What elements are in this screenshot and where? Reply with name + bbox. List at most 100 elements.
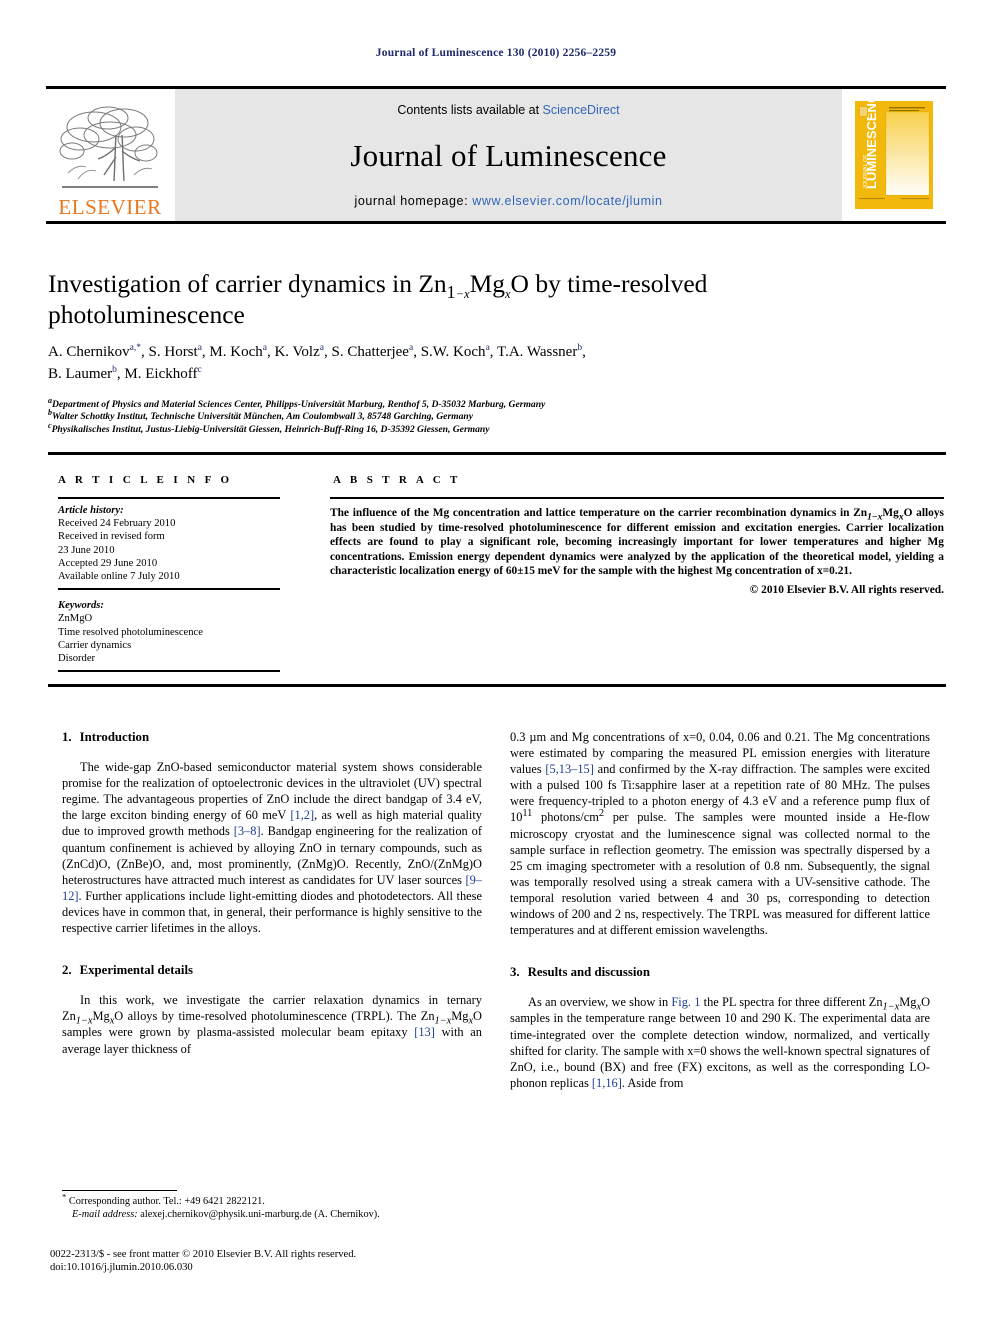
res-part-5: . Aside from — [621, 1075, 684, 1090]
author-affil-mark: a — [408, 343, 414, 353]
author-list: A. Chernikova,*, S. Horsta, M. Kocha, K.… — [48, 343, 586, 382]
keywords-heading: Keywords: — [58, 600, 104, 612]
figure-link[interactable]: Fig. 1 — [671, 995, 700, 1009]
history-line: Received 24 February 2010 — [58, 518, 176, 530]
contents-prefix: Contents lists available at — [397, 103, 543, 117]
divider-above-abstract — [48, 452, 946, 455]
footnote-line-1: * Corresponding author. Tel.: +49 6421 2… — [62, 1192, 482, 1208]
author-affil-mark: a — [262, 343, 267, 353]
author-item[interactable]: M. Eickhoffc — [124, 365, 202, 382]
paragraph-results: As an overview, we show in Fig. 1 the PL… — [510, 994, 930, 1091]
masthead-center: Contents lists available at ScienceDirec… — [174, 89, 842, 221]
svg-text:JOURNAL OF: JOURNAL OF — [863, 154, 869, 189]
footnote-line-2: E-mail address: alexej.chernikov@physik.… — [62, 1208, 482, 1221]
keyword-item: ZnMgO — [58, 613, 93, 625]
homepage-prefix: journal homepage: — [354, 194, 473, 208]
email-address[interactable]: alexej.chernikov@physik.uni-marburg.de (… — [138, 1209, 380, 1220]
author-name: A. Chernikov — [48, 344, 130, 360]
title-part-2: O by time-resolved — [510, 269, 708, 298]
citation-link[interactable]: [1,16] — [592, 1076, 622, 1090]
author-name: M. Koch — [209, 344, 263, 360]
info-rule-bottom — [58, 670, 280, 673]
citation-link[interactable]: [5,13–15] — [545, 762, 594, 776]
keywords-block: Keywords: ZnMgO Time resolved photolumin… — [58, 599, 280, 665]
author-item[interactable]: S.W. Kocha — [420, 343, 490, 360]
paragraph-introduction: The wide-gap ZnO-based semiconductor mat… — [62, 759, 482, 936]
author-item[interactable]: M. Kocha — [209, 343, 267, 360]
res-part-1: As an overview, we show in — [528, 995, 672, 1010]
exp-part-2: Mg — [92, 1009, 110, 1024]
citation-link[interactable]: [13] — [414, 1025, 435, 1039]
imprint-block: 0022-2313/$ - see front matter © 2010 El… — [50, 1248, 510, 1274]
affiliation-text: Physikalisches Institut, Justus-Liebig-U… — [51, 423, 490, 435]
title-sub-1: 1 — [446, 282, 456, 303]
author-item[interactable]: S. Chatterjeea — [331, 343, 414, 360]
history-line: Available online 7 July 2010 — [58, 571, 180, 583]
author-item[interactable]: T.A. Wassnerb — [497, 343, 583, 360]
author-affil-mark: c — [197, 365, 202, 375]
abstract-copyright: © 2010 Elsevier B.V. All rights reserved… — [749, 583, 944, 596]
expc-part-4: per pulse. The samples were mounted insi… — [510, 810, 931, 938]
abstract-column: The influence of the Mg concentration an… — [330, 497, 944, 598]
author-affil-mark: a,* — [129, 343, 142, 353]
affiliation-item: cPhysikalisches Institut, Justus-Liebig-… — [48, 421, 928, 436]
res-part-2: the PL spectra for three different Zn — [700, 995, 883, 1010]
abstract-text: The influence of the Mg concentration an… — [330, 506, 944, 579]
contents-list-line: Contents lists available at ScienceDirec… — [397, 103, 619, 117]
section-heading-experimental: 2. Experimental details — [62, 962, 482, 978]
journal-cover-thumbnail: LUMINESCENCE JOURNAL OF — [842, 89, 946, 221]
affiliation-item: aDepartment of Physics and Material Scie… — [48, 396, 928, 411]
author-item[interactable]: A. Chernikova,* — [48, 343, 142, 360]
keyword-item: Carrier dynamics — [58, 639, 132, 651]
article-info-label: A R T I C L E I N F O — [58, 474, 233, 486]
title-line-2: photoluminescence — [48, 300, 245, 329]
expc-sup-1: 11 — [522, 808, 533, 820]
article-info-column: Article history: Received 24 February 20… — [58, 497, 280, 673]
elsevier-logo: ELSEVIER — [46, 89, 174, 221]
section-title: Introduction — [79, 730, 150, 744]
citation-link[interactable]: [3–8] — [234, 824, 261, 838]
elsevier-tree-icon — [59, 106, 158, 188]
author-name: S.W. Koch — [420, 344, 486, 360]
section-heading-results: 3. Results and discussion — [510, 964, 930, 980]
paragraph-experimental: In this work, we investigate the carrier… — [62, 992, 482, 1056]
section-number: 3. — [510, 965, 520, 980]
intro-part-4: . Further applications include light-emi… — [62, 888, 482, 936]
imprint-line-1: 0022-2313/$ - see front matter © 2010 El… — [50, 1249, 357, 1260]
section-heading-introduction: 1. Introduction — [62, 729, 482, 745]
journal-homepage-line: journal homepage: www.elsevier.com/locat… — [354, 194, 662, 208]
title-part-mid: Mg — [469, 269, 505, 298]
keyword-item: Time resolved photoluminescence — [58, 626, 203, 638]
body-column-left: 1. Introduction The wide-gap ZnO-based se… — [62, 729, 482, 1057]
author-item[interactable]: B. Laumerb — [48, 365, 117, 382]
homepage-url-link[interactable]: www.elsevier.com/locate/jlumin — [472, 194, 662, 208]
author-affil-mark: b — [577, 343, 583, 353]
corresponding-author-footnote: * Corresponding author. Tel.: +49 6421 2… — [62, 1190, 482, 1222]
history-line: Received in revised form — [58, 531, 165, 543]
author-name: S. Horst — [148, 344, 198, 360]
author-affil-mark: a — [319, 343, 324, 353]
abstract-rule-top — [330, 497, 944, 499]
title-part-1: Investigation of carrier dynamics in Zn — [48, 269, 447, 298]
author-item[interactable]: S. Horsta — [148, 343, 202, 360]
author-affil-mark: b — [112, 365, 117, 375]
article-history-heading: Article history: — [58, 505, 124, 516]
history-line: Accepted 29 June 2010 — [58, 557, 158, 569]
info-rule-mid — [58, 588, 280, 591]
author-item[interactable]: K. Volza — [274, 343, 324, 360]
history-line: 23 June 2010 — [58, 544, 115, 556]
abstract-part-2: Mg — [882, 507, 899, 519]
affiliation-text: Walter Schottky Institut, Technische Uni… — [52, 411, 474, 423]
res-part-3: Mg — [899, 995, 917, 1010]
abstract-part-1: The influence of the Mg concentration an… — [330, 507, 868, 519]
sciencedirect-link[interactable]: ScienceDirect — [543, 103, 620, 117]
keyword-item: Disorder — [58, 653, 96, 665]
section-title: Experimental details — [79, 963, 193, 978]
affiliation-item: bWalter Schottky Institut, Technische Un… — [48, 409, 928, 423]
citation-link[interactable]: [1,2] — [290, 808, 314, 822]
abstract-label: A B S T R A C T — [333, 474, 461, 486]
author-name: K. Volz — [274, 344, 320, 360]
section-number: 2. — [62, 963, 72, 978]
paper-page: Journal of Luminescence 130 (2010) 2256–… — [0, 0, 992, 1323]
